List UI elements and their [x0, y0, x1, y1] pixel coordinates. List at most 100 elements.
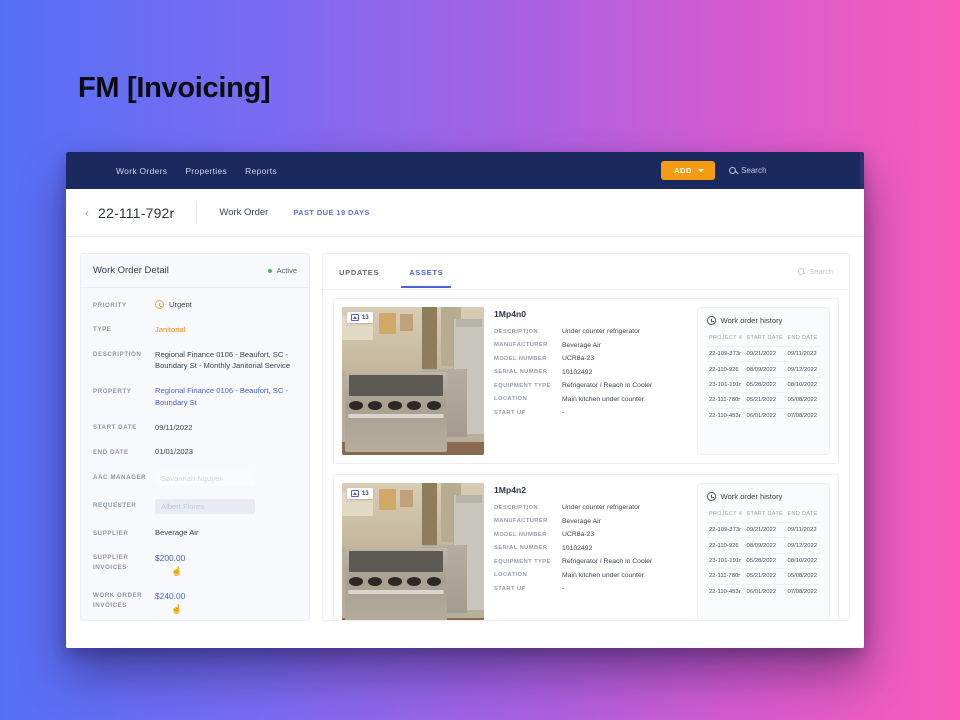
asset-spec-row: DESCRIPTION Under counter refrigerator — [494, 504, 687, 511]
divider — [196, 201, 198, 224]
asset-spec-label: EQUIPMENT TYPE — [494, 382, 551, 389]
asset-spec-row: LOCATION Main kitchen under counter — [494, 396, 687, 403]
asset-spec-label: EQUIPMENT TYPE — [494, 558, 551, 565]
invoice-amount-link[interactable]: $240.00 — [155, 590, 185, 603]
table-row[interactable]: 22-110-926 08/09/2022 09/12/2022 — [707, 361, 820, 378]
photo-detail — [421, 307, 438, 373]
photo-detail — [344, 548, 448, 620]
tab-assets[interactable]: ASSETS — [401, 257, 452, 288]
asset-photo[interactable]: 13 — [342, 483, 484, 620]
asset-spec-row: MODEL NUMBER UCR8a-23 — [494, 355, 687, 362]
asset-spec-label: START UP — [494, 585, 526, 592]
table-row[interactable]: 22-109-373r 09/21/2022 09/11/2022 — [707, 522, 820, 539]
asset-spec-label: LOCATION — [494, 396, 528, 403]
table-row[interactable]: 22-110-453r 06/01/2022 07/08/2022 — [707, 584, 820, 599]
photo-count-label: 13 — [362, 314, 369, 321]
assets-search-input[interactable]: Search — [797, 267, 833, 276]
requester-field[interactable]: Albert Flores — [155, 499, 255, 515]
detail-row-label: AAC MANAGER — [93, 473, 147, 481]
global-search-input[interactable]: Search — [729, 166, 766, 175]
table-cell: 09/12/2022 — [785, 361, 820, 378]
asset-name: 1Mp4n0 — [494, 309, 526, 319]
page-title: FM [Invoicing] — [78, 72, 271, 104]
work-order-number: 22-111-792r — [98, 204, 175, 221]
detail-row-value: 01/01/2023 — [155, 447, 194, 457]
asset-spec-value: 10102492 — [562, 544, 593, 552]
asset-spec-label: MANUFACTURER — [494, 518, 548, 525]
table-row[interactable]: 23-101-191r 05/28/2022 08/10/2022 — [707, 553, 820, 570]
history-title: Work order history — [720, 316, 783, 325]
table-cell: 22-109-373r — [707, 522, 745, 539]
asset-spec-value: Main kitchen under counter — [562, 571, 644, 579]
detail-row-label: REQUESTER — [93, 501, 137, 509]
asset-spec-row: EQUIPMENT TYPE Refrigerator / Reach in Co… — [494, 382, 687, 389]
add-button-label: ADD — [674, 166, 693, 175]
table-cell: 23-101-191r — [707, 553, 745, 570]
chevron-left-icon[interactable]: ‹ — [85, 207, 89, 219]
table-column-header: START DATE — [744, 332, 786, 347]
detail-row: SUPPLIER Beverage Air — [93, 527, 297, 539]
table-row[interactable]: 22-110-453r 06/01/2022 07/08/2022 — [707, 408, 820, 423]
nav-item-reports[interactable]: Reports — [245, 166, 277, 176]
detail-row-value[interactable]: Regional Finance 0106 - Beaufort, SC - B… — [155, 385, 297, 409]
detail-row-label: END DATE — [93, 448, 129, 456]
work-order-detail-panel: Work Order Detail Active PRIORITY Urgent T… — [80, 253, 310, 621]
detail-row-label: PRIORITY — [93, 301, 127, 309]
invoice-amount-link[interactable]: $200.00 — [155, 552, 185, 565]
asset-card[interactable]: 13 1Mp4n0 DESCRIPTION Under counter refrige… — [333, 298, 839, 464]
search-icon — [797, 268, 805, 275]
nav-item-properties[interactable]: Properties — [185, 166, 227, 176]
table-cell: 09/11/2022 — [785, 346, 820, 363]
table-cell: 22-110-453r — [709, 588, 741, 595]
asset-spec-value: Refrigerator / Reach in Cooler — [562, 382, 653, 389]
cursor-pointer-icon: ☝ — [171, 565, 183, 576]
account-menu-button[interactable] — [860, 152, 864, 189]
detail-row-value: Urgent — [169, 300, 192, 309]
asset-spec-row: LOCATION Main kitchen under counter — [494, 572, 687, 579]
assets-panel: UPDATES ASSETS Search 13 1Mp4n0 DESCRIPTIO… — [322, 253, 850, 621]
table-row[interactable]: 22-111-780r 05/21/2022 05/08/2022 — [707, 568, 820, 585]
nav-links: Work Orders Properties Reports — [116, 166, 277, 176]
history-header: Work order history — [707, 492, 820, 501]
asset-spec-value: Main kitchen under counter — [562, 395, 644, 403]
table-cell: 22-111-780r — [707, 392, 745, 409]
table-cell: 22-110-453r — [709, 412, 741, 419]
asset-photo[interactable]: 13 — [342, 307, 484, 455]
asset-card-list: 13 1Mp4n0 DESCRIPTION Under counter refrige… — [323, 290, 849, 620]
asset-spec-label: START UP — [494, 409, 526, 416]
add-button[interactable]: ADD — [661, 161, 716, 180]
nav-item-work-orders[interactable]: Work Orders — [116, 166, 167, 176]
asset-spec-row: SERIAL NUMBER 10102492 — [494, 545, 687, 552]
table-row[interactable]: 22-111-780r 05/21/2022 05/08/2022 — [707, 392, 820, 409]
main-content: Work Order Detail Active PRIORITY Urgent T… — [66, 237, 864, 648]
table-column-header: END DATE — [785, 508, 820, 523]
image-icon — [351, 490, 359, 497]
table-cell: 07/08/2022 — [787, 588, 818, 595]
nav-right-group: ADD Search — [661, 152, 766, 189]
table-row[interactable]: 23-101-191r 05/28/2022 08/10/2022 — [707, 377, 820, 394]
aac-manager-field[interactable]: Savannah Nguyen — [155, 471, 255, 487]
work-order-history: Work order history PROJECT # START DATE END… — [697, 307, 830, 455]
detail-row: SUPPLIER INVOICES $200.00 ☝ — [93, 552, 297, 577]
tab-updates[interactable]: UPDATES — [337, 257, 381, 287]
photo-detail — [400, 314, 413, 331]
photo-detail — [378, 488, 396, 510]
status-dot-icon — [267, 268, 272, 273]
table-row[interactable]: 22-110-926 08/09/2022 09/12/2022 — [707, 537, 820, 554]
asset-spec-label: LOCATION — [494, 572, 528, 579]
asset-card[interactable]: 13 1Mp4n2 DESCRIPTION Under counter refrige… — [333, 474, 839, 620]
detail-row-label: DESCRIPTION — [93, 351, 142, 359]
asset-spec-row: START UP - — [494, 585, 687, 592]
table-header-row: PROJECT # START DATE END DATE — [707, 332, 820, 347]
asset-spec-label: SERIAL NUMBER — [494, 545, 548, 552]
detail-row-value: Beverage Air — [155, 528, 199, 538]
image-icon — [351, 314, 359, 321]
chevron-down-icon — [698, 169, 705, 172]
asset-spec-label: SERIAL NUMBER — [494, 369, 548, 376]
asset-spec-value: UCR8a-23 — [562, 355, 595, 362]
detail-row-label: SUPPLIER INVOICES — [93, 554, 129, 571]
detail-rows: PRIORITY Urgent TYPE Janitorial DESCRIPTION R… — [81, 288, 309, 615]
asset-spec-row: MANUFACTURER Beverage Air — [494, 518, 687, 525]
clock-icon — [155, 300, 164, 310]
table-row[interactable]: 22-109-373r 09/21/2022 09/11/2022 — [707, 346, 820, 363]
